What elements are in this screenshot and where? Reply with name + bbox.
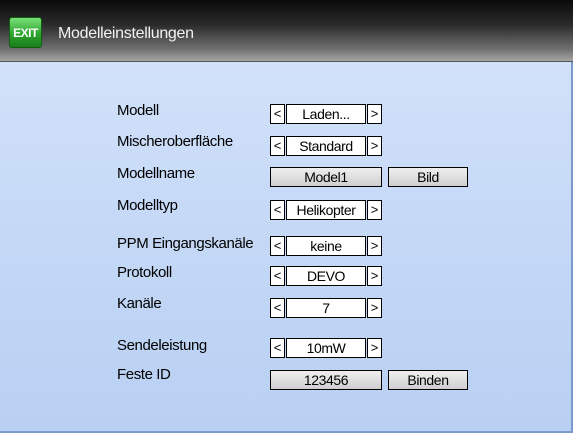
ppm-prev-arrow-icon[interactable]: < [270, 236, 285, 256]
ppm-value[interactable]: keine [286, 236, 366, 256]
mischer-value[interactable]: Standard [286, 136, 366, 156]
modell-prev-arrow-icon[interactable]: < [270, 104, 285, 124]
mischer-next-arrow-icon[interactable]: > [367, 136, 382, 156]
sendeleistung-label: Sendeleistung [117, 337, 207, 354]
modelltyp-prev-arrow-icon[interactable]: < [270, 200, 285, 220]
kanaele-value[interactable]: 7 [286, 298, 366, 318]
kanaele-next-arrow-icon[interactable]: > [367, 298, 382, 318]
bild-button[interactable]: Bild [388, 167, 468, 187]
mischer-prev-arrow-icon[interactable]: < [270, 136, 285, 156]
protokoll-prev-arrow-icon[interactable]: < [270, 266, 285, 286]
modellname-button[interactable]: Model1 [270, 167, 382, 187]
title-bar: EXIT Modelleinstellungen [0, 0, 573, 62]
sendeleistung-value[interactable]: 10mW [286, 338, 366, 358]
protokoll-label: Protokoll [117, 264, 172, 281]
sendeleistung-prev-arrow-icon[interactable]: < [270, 338, 285, 358]
feste-id-button[interactable]: 123456 [270, 370, 382, 390]
ppm-label: PPM Eingangskanäle [117, 235, 254, 252]
binden-button[interactable]: Binden [388, 370, 468, 390]
modell-value[interactable]: Laden... [286, 104, 366, 124]
modelltyp-value[interactable]: Helikopter [286, 200, 366, 220]
page-title: Modelleinstellungen [58, 25, 194, 42]
kanaele-label: Kanäle [117, 295, 162, 312]
modell-label: Modell [117, 102, 159, 119]
modelltyp-next-arrow-icon[interactable]: > [367, 200, 382, 220]
ppm-next-arrow-icon[interactable]: > [367, 236, 382, 256]
kanaele-prev-arrow-icon[interactable]: < [270, 298, 285, 318]
mischer-label: Mischeroberfläche [117, 133, 233, 150]
exit-button[interactable]: EXIT [9, 17, 42, 48]
modell-next-arrow-icon[interactable]: > [367, 104, 382, 124]
modellname-label: Modellname [117, 165, 195, 182]
protokoll-value[interactable]: DEVO [286, 266, 366, 286]
feste-id-label: Feste ID [117, 366, 171, 383]
protokoll-next-arrow-icon[interactable]: > [367, 266, 382, 286]
model-settings-screen: EXIT Modelleinstellungen Modell < Laden.… [0, 0, 573, 433]
sendeleistung-next-arrow-icon[interactable]: > [367, 338, 382, 358]
modelltyp-label: Modelltyp [117, 197, 178, 214]
